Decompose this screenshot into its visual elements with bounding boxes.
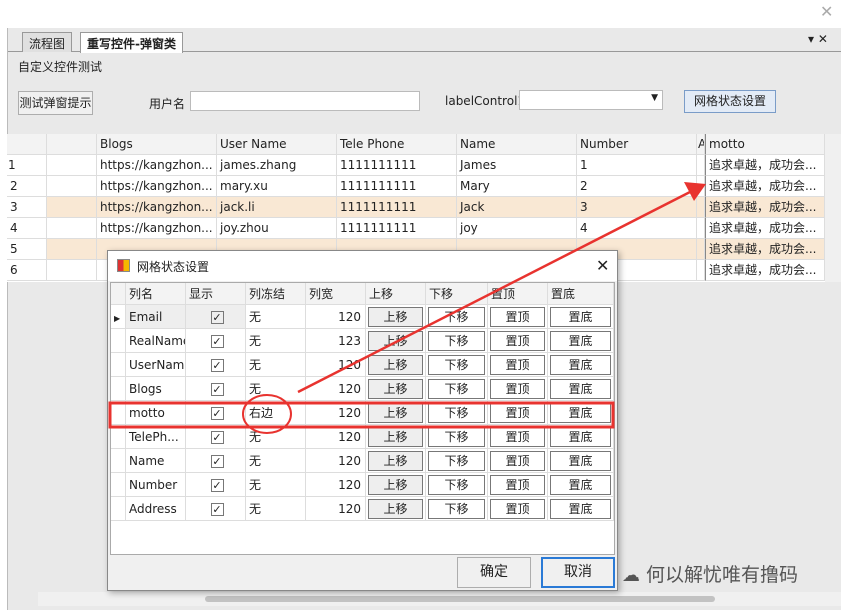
wechat-icon: ☁	[622, 565, 640, 586]
arrow-head	[684, 182, 706, 201]
arrow-line	[297, 190, 691, 394]
annotation-overlay	[108, 182, 706, 434]
highlight-rect	[108, 401, 615, 429]
watermark: ☁ 何以解忧唯有撸码	[622, 560, 798, 587]
watermark-text: 何以解忧唯有撸码	[646, 564, 799, 586]
